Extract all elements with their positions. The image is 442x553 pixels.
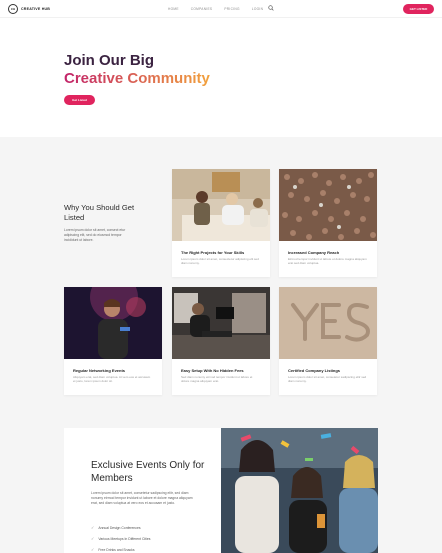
party-photo bbox=[221, 428, 378, 553]
list-item: ✓ Annual Design Conferences bbox=[91, 522, 150, 533]
nav-home[interactable]: HOME bbox=[168, 7, 179, 11]
card-description: Aliquyam erat, sed diam voluptua. At ver… bbox=[73, 375, 151, 383]
nav-pricing[interactable]: PRICING bbox=[224, 7, 239, 11]
hero-title-line2: Creative Community bbox=[64, 70, 210, 87]
events-list: ✓ Annual Design Conferences ✓ Various Me… bbox=[91, 522, 150, 553]
benefit-card[interactable]: Regular Networking Events Aliquyam erat,… bbox=[64, 273, 162, 395]
card-title: Regular Networking Events bbox=[73, 368, 126, 373]
events-title: Exclusive Events Only for Members bbox=[91, 460, 205, 484]
card-title: Certified Company Listings bbox=[288, 368, 341, 373]
card-description: Lorem ipsum dolor sit amet, consectetur … bbox=[181, 257, 259, 265]
logo[interactable]: CH CREATIVE HUB bbox=[8, 4, 50, 14]
card-title: Easy Setup With No Hidden Fees bbox=[181, 368, 244, 373]
logo-mark: CH bbox=[8, 4, 18, 14]
list-item: ✓ Various Meetups In Different Cities bbox=[91, 533, 150, 544]
benefit-card[interactable]: Increased Company Reach Eirmod tempor in… bbox=[279, 169, 377, 277]
benefit-card[interactable]: Certified Company Listings Lorem ipsum d… bbox=[279, 287, 377, 395]
get-listed-hero-button[interactable]: Get Listed bbox=[64, 95, 95, 105]
meeting-photo bbox=[172, 169, 270, 241]
benefit-card[interactable]: Easy Setup With No Hidden Fees Sed diam … bbox=[172, 287, 270, 395]
list-item: ✓ Free Drinks and Snacks bbox=[91, 544, 150, 553]
nav-login[interactable]: LOGIN bbox=[252, 7, 263, 11]
site-header: CH CREATIVE HUB HOME COMPANIES PRICING L… bbox=[0, 0, 442, 18]
get-listed-header-button[interactable]: GET LISTED bbox=[403, 4, 434, 14]
list-item-label: Free Drinks and Snacks bbox=[98, 547, 135, 552]
speaker-photo bbox=[64, 273, 162, 359]
card-description: Lorem ipsum dolor sit amet, consetetur s… bbox=[288, 375, 367, 383]
events-description: Lorem ipsum dolor sit amet, consetetur s… bbox=[91, 491, 193, 505]
card-title: The Right Projects for Your Skills bbox=[181, 250, 245, 255]
benefit-card[interactable]: The Right Projects for Your Skills Lorem… bbox=[172, 169, 270, 277]
why-description: Lorem ipsum dolor sit amet, consect etur… bbox=[64, 228, 126, 242]
main-nav: HOME COMPANIES PRICING LOGIN bbox=[168, 7, 263, 11]
office-photo bbox=[172, 287, 270, 359]
logo-text: CREATIVE HUB bbox=[21, 7, 51, 11]
nav-companies[interactable]: COMPANIES bbox=[191, 7, 213, 11]
check-icon: ✓ bbox=[91, 525, 95, 530]
sand-yes-photo bbox=[279, 287, 377, 359]
card-description: Eirmod tempor invidunt ut labore et dolo… bbox=[288, 257, 367, 265]
why-title: Why You Should Get Listed bbox=[64, 203, 135, 222]
list-item-label: Annual Design Conferences bbox=[98, 525, 141, 530]
crowd-photo bbox=[279, 169, 377, 241]
search-icon[interactable] bbox=[268, 5, 274, 11]
check-icon: ✓ bbox=[91, 536, 95, 541]
card-title: Increased Company Reach bbox=[288, 250, 340, 255]
card-description: Sed diam nonumy eirmod tempor invidunt u… bbox=[181, 375, 253, 383]
hero-title: Join Our Big Creative Community bbox=[64, 52, 210, 88]
list-item-label: Various Meetups In Different Cities bbox=[98, 536, 151, 541]
check-icon: ✓ bbox=[91, 547, 95, 552]
hero-title-line1: Join Our Big bbox=[64, 52, 154, 69]
